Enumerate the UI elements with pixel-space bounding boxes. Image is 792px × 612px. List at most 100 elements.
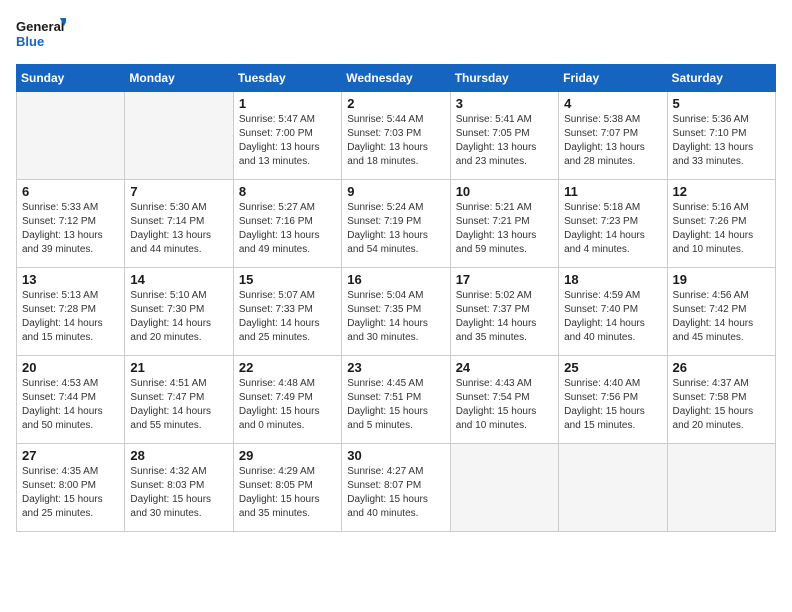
weekday-header-friday: Friday <box>559 65 667 92</box>
calendar-cell: 8 Sunrise: 5:27 AMSunset: 7:16 PMDaylight… <box>233 180 341 268</box>
calendar-cell: 17 Sunrise: 5:02 AMSunset: 7:37 PMDayligh… <box>450 268 558 356</box>
calendar-cell: 4 Sunrise: 5:38 AMSunset: 7:07 PMDaylight… <box>559 92 667 180</box>
weekday-header-sunday: Sunday <box>17 65 125 92</box>
calendar-week-5: 27 Sunrise: 4:35 AMSunset: 8:00 PMDayligh… <box>17 444 776 532</box>
day-info: Sunrise: 5:16 AMSunset: 7:26 PMDaylight:… <box>673 201 770 257</box>
day-number: 18 <box>564 272 661 287</box>
day-number: 14 <box>130 272 227 287</box>
day-number: 19 <box>673 272 770 287</box>
calendar-cell: 23 Sunrise: 4:45 AMSunset: 7:51 PMDayligh… <box>342 356 450 444</box>
page-header: General Blue <box>16 16 776 52</box>
calendar-cell: 28 Sunrise: 4:32 AMSunset: 8:03 PMDayligh… <box>125 444 233 532</box>
day-info: Sunrise: 5:21 AMSunset: 7:21 PMDaylight:… <box>456 201 553 257</box>
calendar-cell <box>17 92 125 180</box>
weekday-header-wednesday: Wednesday <box>342 65 450 92</box>
day-info: Sunrise: 4:27 AMSunset: 8:07 PMDaylight:… <box>347 465 444 521</box>
day-number: 8 <box>239 184 336 199</box>
day-number: 17 <box>456 272 553 287</box>
day-info: Sunrise: 4:45 AMSunset: 7:51 PMDaylight:… <box>347 377 444 433</box>
day-info: Sunrise: 5:18 AMSunset: 7:23 PMDaylight:… <box>564 201 661 257</box>
day-info: Sunrise: 5:13 AMSunset: 7:28 PMDaylight:… <box>22 289 119 345</box>
day-number: 13 <box>22 272 119 287</box>
calendar-table: SundayMondayTuesdayWednesdayThursdayFrid… <box>16 64 776 532</box>
svg-text:General: General <box>16 19 64 34</box>
calendar-week-4: 20 Sunrise: 4:53 AMSunset: 7:44 PMDayligh… <box>17 356 776 444</box>
calendar-cell: 14 Sunrise: 5:10 AMSunset: 7:30 PMDayligh… <box>125 268 233 356</box>
day-number: 5 <box>673 96 770 111</box>
calendar-week-1: 1 Sunrise: 5:47 AMSunset: 7:00 PMDaylight… <box>17 92 776 180</box>
day-info: Sunrise: 4:56 AMSunset: 7:42 PMDaylight:… <box>673 289 770 345</box>
calendar-cell: 25 Sunrise: 4:40 AMSunset: 7:56 PMDayligh… <box>559 356 667 444</box>
day-number: 20 <box>22 360 119 375</box>
calendar-cell: 7 Sunrise: 5:30 AMSunset: 7:14 PMDaylight… <box>125 180 233 268</box>
day-number: 16 <box>347 272 444 287</box>
day-info: Sunrise: 5:07 AMSunset: 7:33 PMDaylight:… <box>239 289 336 345</box>
calendar-cell: 2Sunrise: 5:44 AMSunset: 7:03 PMDaylight… <box>342 92 450 180</box>
day-info: Sunrise: 5:24 AMSunset: 7:19 PMDaylight:… <box>347 201 444 257</box>
day-number: 12 <box>673 184 770 199</box>
weekday-header-row: SundayMondayTuesdayWednesdayThursdayFrid… <box>17 65 776 92</box>
day-info: Sunrise: 5:36 AMSunset: 7:10 PMDaylight:… <box>673 113 770 169</box>
day-number: 7 <box>130 184 227 199</box>
logo: General Blue <box>16 16 66 52</box>
day-info: Sunrise: 4:40 AMSunset: 7:56 PMDaylight:… <box>564 377 661 433</box>
calendar-cell <box>125 92 233 180</box>
day-info: Sunrise: 4:37 AMSunset: 7:58 PMDaylight:… <box>673 377 770 433</box>
calendar-cell: 30 Sunrise: 4:27 AMSunset: 8:07 PMDayligh… <box>342 444 450 532</box>
weekday-header-tuesday: Tuesday <box>233 65 341 92</box>
calendar-cell: 29Sunrise: 4:29 AMSunset: 8:05 PMDayligh… <box>233 444 341 532</box>
day-info: Sunrise: 5:02 AMSunset: 7:37 PMDaylight:… <box>456 289 553 345</box>
logo-svg: General Blue <box>16 16 66 52</box>
day-info: Sunrise: 4:35 AMSunset: 8:00 PMDaylight:… <box>22 465 119 521</box>
day-number: 9 <box>347 184 444 199</box>
calendar-cell: 9 Sunrise: 5:24 AMSunset: 7:19 PMDaylight… <box>342 180 450 268</box>
day-info: Sunrise: 5:27 AMSunset: 7:16 PMDaylight:… <box>239 201 336 257</box>
calendar-cell: 10 Sunrise: 5:21 AMSunset: 7:21 PMDayligh… <box>450 180 558 268</box>
day-number: 23 <box>347 360 444 375</box>
day-number: 30 <box>347 448 444 463</box>
day-info: Sunrise: 4:51 AMSunset: 7:47 PMDaylight:… <box>130 377 227 433</box>
weekday-header-monday: Monday <box>125 65 233 92</box>
day-info: Sunrise: 4:32 AMSunset: 8:03 PMDaylight:… <box>130 465 227 521</box>
day-number: 3 <box>456 96 553 111</box>
day-number: 27 <box>22 448 119 463</box>
day-info: Sunrise: 5:10 AMSunset: 7:30 PMDaylight:… <box>130 289 227 345</box>
day-number: 26 <box>673 360 770 375</box>
day-number: 25 <box>564 360 661 375</box>
day-number: 21 <box>130 360 227 375</box>
calendar-cell: 26 Sunrise: 4:37 AMSunset: 7:58 PMDayligh… <box>667 356 775 444</box>
day-info: Sunrise: 5:44 AMSunset: 7:03 PMDaylight:… <box>347 113 444 169</box>
calendar-cell: 6Sunrise: 5:33 AMSunset: 7:12 PMDaylight… <box>17 180 125 268</box>
day-info: Sunrise: 5:30 AMSunset: 7:14 PMDaylight:… <box>130 201 227 257</box>
calendar-week-3: 13 Sunrise: 5:13 AMSunset: 7:28 PMDayligh… <box>17 268 776 356</box>
calendar-cell: 3 Sunrise: 5:41 AMSunset: 7:05 PMDaylight… <box>450 92 558 180</box>
day-info: Sunrise: 4:29 AMSunset: 8:05 PMDaylight:… <box>239 465 336 521</box>
day-number: 24 <box>456 360 553 375</box>
calendar-cell: 1 Sunrise: 5:47 AMSunset: 7:00 PMDaylight… <box>233 92 341 180</box>
day-info: Sunrise: 4:48 AMSunset: 7:49 PMDaylight:… <box>239 377 336 433</box>
calendar-cell: 20 Sunrise: 4:53 AMSunset: 7:44 PMDayligh… <box>17 356 125 444</box>
day-info: Sunrise: 5:38 AMSunset: 7:07 PMDaylight:… <box>564 113 661 169</box>
day-number: 4 <box>564 96 661 111</box>
calendar-cell: 12 Sunrise: 5:16 AMSunset: 7:26 PMDayligh… <box>667 180 775 268</box>
day-number: 28 <box>130 448 227 463</box>
calendar-cell: 19 Sunrise: 4:56 AMSunset: 7:42 PMDayligh… <box>667 268 775 356</box>
calendar-cell: 11 Sunrise: 5:18 AMSunset: 7:23 PMDayligh… <box>559 180 667 268</box>
calendar-week-2: 6Sunrise: 5:33 AMSunset: 7:12 PMDaylight… <box>17 180 776 268</box>
calendar-cell: 5 Sunrise: 5:36 AMSunset: 7:10 PMDaylight… <box>667 92 775 180</box>
calendar-cell <box>450 444 558 532</box>
day-number: 1 <box>239 96 336 111</box>
day-number: 11 <box>564 184 661 199</box>
day-number: 22 <box>239 360 336 375</box>
day-info: Sunrise: 4:43 AMSunset: 7:54 PMDaylight:… <box>456 377 553 433</box>
day-info: Sunrise: 4:53 AMSunset: 7:44 PMDaylight:… <box>22 377 119 433</box>
day-info: Sunrise: 5:47 AMSunset: 7:00 PMDaylight:… <box>239 113 336 169</box>
day-number: 10 <box>456 184 553 199</box>
calendar-cell: 21 Sunrise: 4:51 AMSunset: 7:47 PMDayligh… <box>125 356 233 444</box>
day-number: 15 <box>239 272 336 287</box>
calendar-cell: 15 Sunrise: 5:07 AMSunset: 7:33 PMDayligh… <box>233 268 341 356</box>
day-info: Sunrise: 5:41 AMSunset: 7:05 PMDaylight:… <box>456 113 553 169</box>
day-info: Sunrise: 4:59 AMSunset: 7:40 PMDaylight:… <box>564 289 661 345</box>
weekday-header-saturday: Saturday <box>667 65 775 92</box>
weekday-header-thursday: Thursday <box>450 65 558 92</box>
